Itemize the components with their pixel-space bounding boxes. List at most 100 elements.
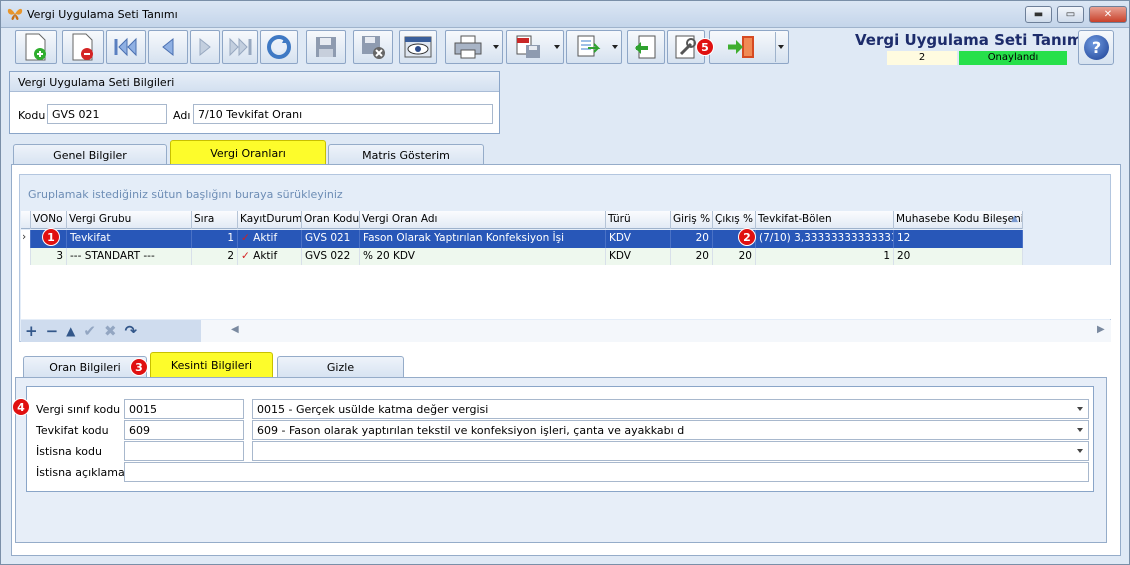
adi-input[interactable]: 7/10 Tevkifat Oranı <box>193 104 493 124</box>
cell-muhasebe: 20 <box>894 248 1023 266</box>
kesinti-panel: Vergi sınıf kodu 0015 0015 - Gerçek usül… <box>15 377 1107 543</box>
table-row[interactable]: 3 --- STANDART --- 2 ✓ Aktif GVS 022 % 2… <box>21 248 1023 266</box>
tab-oran-bilgileri[interactable]: Oran Bilgileri <box>23 356 147 378</box>
save-icon <box>316 37 336 57</box>
export-button[interactable] <box>566 30 622 64</box>
annotation-marker: 3 <box>130 358 148 376</box>
chevron-down-icon[interactable] <box>1077 407 1083 411</box>
close-button[interactable]: ✕ <box>1089 6 1127 23</box>
print-icon <box>454 35 482 59</box>
chevron-down-icon[interactable] <box>1077 449 1083 453</box>
annotation-marker: 5 <box>696 38 714 56</box>
cell-oran-kodu: GVS 021 <box>302 230 360 248</box>
check-icon: ✓ <box>241 232 250 244</box>
application-window: Vergi Uygulama Seti Tanımı ▬ ▭ ✕ Vergi U… <box>0 0 1130 565</box>
cell-turu: KDV <box>606 230 671 248</box>
new-document-icon <box>25 33 46 61</box>
column-header-kayit-durumu[interactable]: KayıtDurumu <box>238 211 302 229</box>
column-header-vergi-oran-adi[interactable]: Vergi Oran Adı <box>360 211 606 229</box>
save-cancel-button[interactable] <box>353 30 393 64</box>
chevron-down-icon <box>778 45 784 49</box>
column-header-vergi-grubu[interactable]: Vergi Grubu <box>67 211 192 229</box>
print-button[interactable] <box>445 30 503 64</box>
preview-icon <box>404 36 432 58</box>
refresh-icon <box>267 35 291 59</box>
tab-kesinti-bilgileri[interactable]: Kesinti Bilgileri <box>150 352 273 380</box>
kodu-label: Kodu <box>18 109 46 122</box>
sort-asc-icon: ▲ <box>1011 214 1018 224</box>
first-record-icon <box>114 37 137 57</box>
add-row-icon[interactable]: + <box>25 322 38 340</box>
cell-turu: KDV <box>606 248 671 266</box>
back-icon <box>635 35 656 59</box>
grid-navigator: + − ▲ ✔ ✖ ↷ <box>21 320 201 342</box>
vergi-sinif-kodu-input[interactable]: 0015 <box>124 399 244 419</box>
undo-icon[interactable]: ↷ <box>125 322 138 340</box>
cell-sira: 2 <box>192 248 238 266</box>
previous-record-button[interactable] <box>148 30 188 64</box>
cell-giris: 20 <box>671 248 713 266</box>
kodu-input[interactable]: GVS 021 <box>47 104 167 124</box>
tab-matris-gosterim[interactable]: Matris Gösterim <box>328 144 484 166</box>
back-button[interactable] <box>627 30 665 64</box>
delete-document-icon <box>72 33 93 61</box>
question-icon: ? <box>1084 35 1109 60</box>
vergi-sinif-kodu-combo[interactable]: 0015 - Gerçek usülde katma değer vergisi <box>252 399 1089 419</box>
minimize-button[interactable]: ▬ <box>1025 6 1052 23</box>
tevkifat-kodu-label: Tevkifat kodu <box>36 424 109 437</box>
column-header-oran-kodu[interactable]: Oran Kodu <box>302 211 360 229</box>
tevkifat-kodu-combo[interactable]: 609 - Fason olarak yaptırılan tekstil ve… <box>252 420 1089 440</box>
column-header-giris[interactable]: Giriş % <box>671 211 713 229</box>
table-row[interactable]: › Tevkifat 1 ✓ Aktif GVS 021 Fason Olara… <box>21 230 1023 248</box>
delete-record-button[interactable] <box>62 30 104 64</box>
annotation-marker: 2 <box>738 228 756 246</box>
help-button[interactable]: ? <box>1078 30 1114 65</box>
butterfly-icon <box>7 8 23 20</box>
istisna-kodu-combo[interactable] <box>252 441 1089 461</box>
cell-vono: 3 <box>31 248 67 266</box>
pdf-export-button[interactable] <box>506 30 564 64</box>
exit-button[interactable] <box>709 30 789 64</box>
check-icon: ✓ <box>241 250 250 262</box>
tevkifat-kodu-input[interactable]: 609 <box>124 420 244 440</box>
cell-kayit-durumu: ✓ Aktif <box>238 230 302 248</box>
cell-vergi-oran-adi: Fason Olarak Yaptırılan Konfeksiyon İşi <box>360 230 606 248</box>
maximize-button[interactable]: ▭ <box>1057 6 1084 23</box>
istisna-kodu-input[interactable] <box>124 441 244 461</box>
column-header-vono[interactable]: VONo <box>31 211 67 229</box>
cell-vergi-grubu: Tevkifat <box>67 230 192 248</box>
info-group: Vergi Uygulama Seti Bilgileri Kodu GVS 0… <box>9 71 500 134</box>
chevron-down-icon[interactable] <box>1077 428 1083 432</box>
next-record-button[interactable] <box>190 30 220 64</box>
cancel-edit-icon[interactable]: ✖ <box>104 322 117 340</box>
istisna-aciklamasi-input[interactable] <box>124 462 1089 482</box>
group-by-hint[interactable]: Gruplamak istediğiniz sütun başlığını bu… <box>28 188 343 201</box>
cell-durum-text: Aktif <box>253 250 278 262</box>
last-record-button[interactable] <box>222 30 258 64</box>
scroll-right-icon[interactable]: ▶ <box>1097 324 1105 335</box>
save-button[interactable] <box>306 30 346 64</box>
first-record-button[interactable] <box>106 30 146 64</box>
remove-row-icon[interactable]: − <box>46 322 59 340</box>
adi-label: Adı <box>173 109 191 122</box>
tab-genel-bilgiler[interactable]: Genel Bilgiler <box>13 144 167 166</box>
cell-cikis: 20 <box>713 248 756 266</box>
column-header-muhasebe[interactable]: Muhasebe Kodu Bileşeni ▲ <box>894 211 1023 229</box>
column-header-cikis[interactable]: Çıkış % <box>713 211 756 229</box>
tab-gizle[interactable]: Gizle <box>277 356 404 378</box>
confirm-icon[interactable]: ✔ <box>83 322 96 340</box>
chevron-down-icon <box>493 45 499 49</box>
refresh-button[interactable] <box>260 30 298 64</box>
tevkifat-desc: 609 - Fason olarak yaptırılan tekstil ve… <box>257 424 685 437</box>
scroll-left-icon[interactable]: ◀ <box>231 324 239 335</box>
title-bar: Vergi Uygulama Seti Tanımı ▬ ▭ ✕ <box>1 1 1129 28</box>
row-indicator-header <box>21 211 31 229</box>
pdf-export-icon <box>516 35 540 58</box>
new-record-button[interactable] <box>15 30 57 64</box>
column-header-tevkifat-bolen[interactable]: Tevkifat-Bölen <box>756 211 894 229</box>
horizontal-scrollbar[interactable]: ◀ ▶ <box>201 320 1111 342</box>
preview-button[interactable] <box>399 30 437 64</box>
move-up-icon[interactable]: ▲ <box>66 324 75 338</box>
column-header-sira[interactable]: Sıra <box>192 211 238 229</box>
column-header-turu[interactable]: Türü <box>606 211 671 229</box>
